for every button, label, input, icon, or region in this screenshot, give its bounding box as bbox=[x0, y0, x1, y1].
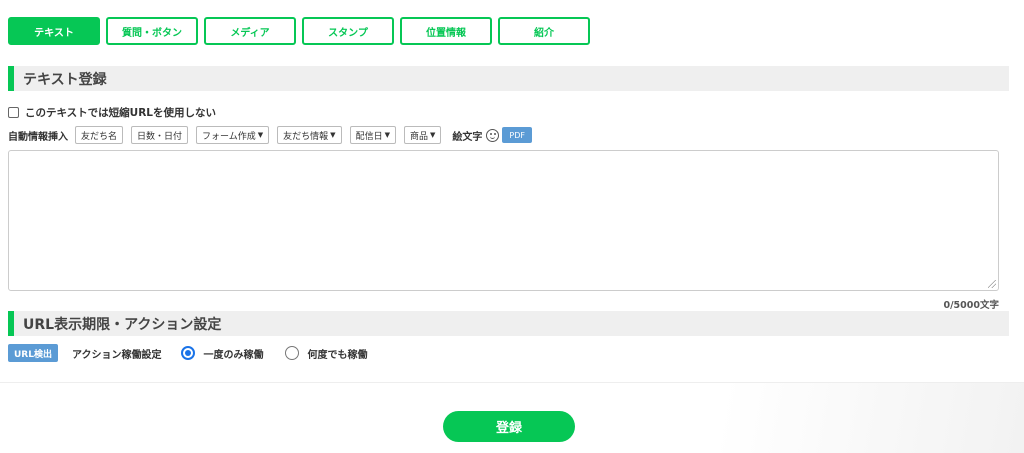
tab-bar: テキスト 質問・ボタン メディア スタンプ 位置情報 紹介 bbox=[8, 17, 590, 45]
short-url-checkbox[interactable] bbox=[8, 107, 19, 118]
url-section-title: URL表示期限・アクション設定 bbox=[23, 316, 222, 333]
char-count: 0/5000文字 bbox=[943, 300, 999, 311]
friend-info-label: 友だち情報 bbox=[283, 131, 329, 142]
tab-text[interactable]: テキスト bbox=[8, 17, 100, 45]
submit-button-label: 登録 bbox=[495, 421, 522, 436]
smiley-icon[interactable] bbox=[486, 128, 500, 142]
radio-once-label[interactable]: 一度のみ稼働 bbox=[203, 346, 263, 361]
radio-repeat-label[interactable]: 何度でも稼働 bbox=[307, 346, 367, 361]
tab-media[interactable]: メディア bbox=[204, 17, 296, 45]
product-label: 商品 bbox=[409, 131, 428, 142]
insert-friend-name-label: 友だち名 bbox=[81, 131, 118, 142]
tab-question-button[interactable]: 質問・ボタン bbox=[106, 17, 198, 45]
tab-stamp[interactable]: スタンプ bbox=[302, 17, 394, 45]
url-section-header: URL表示期限・アクション設定 bbox=[8, 311, 1009, 336]
friend-info-dropdown[interactable]: 友だち情報 ▼ bbox=[277, 126, 342, 144]
delivery-date-label: 配信日 bbox=[355, 131, 383, 142]
short-url-checkbox-label[interactable]: このテキストでは短縮URLを使用しない bbox=[25, 105, 216, 120]
radio-once[interactable] bbox=[181, 346, 196, 360]
caret-down-icon: ▼ bbox=[330, 131, 336, 139]
text-section-title: テキスト登録 bbox=[23, 71, 107, 88]
form-create-dropdown[interactable]: フォーム作成 ▼ bbox=[196, 126, 270, 144]
form-create-label: フォーム作成 bbox=[202, 131, 256, 142]
emoji-label: 絵文字 bbox=[452, 131, 483, 143]
short-url-option: このテキストでは短縮URLを使用しない bbox=[8, 105, 216, 120]
auto-insert-label: 自動情報挿入 bbox=[8, 131, 68, 143]
pdf-button[interactable]: PDF bbox=[502, 127, 532, 143]
action-settings-row: URL検出 アクション稼働設定 一度のみ稼働 何度でも稼働 bbox=[8, 344, 389, 362]
message-textarea[interactable] bbox=[8, 150, 999, 291]
pdf-button-label: PDF bbox=[509, 130, 525, 140]
product-dropdown[interactable]: 商品 ▼ bbox=[403, 126, 442, 144]
auto-insert-toolbar: 自動情報挿入 友だち名 日数・日付 フォーム作成 ▼ 友だち情報 ▼ 配信日 ▼… bbox=[8, 126, 532, 144]
tab-location[interactable]: 位置情報 bbox=[400, 17, 492, 45]
caret-down-icon: ▼ bbox=[384, 131, 390, 139]
insert-days-date-button[interactable]: 日数・日付 bbox=[131, 126, 189, 144]
action-setting-label: アクション稼働設定 bbox=[71, 349, 162, 361]
caret-down-icon: ▼ bbox=[429, 131, 436, 139]
text-section-header: テキスト登録 bbox=[8, 66, 1009, 91]
delivery-date-dropdown[interactable]: 配信日 ▼ bbox=[349, 126, 396, 144]
url-detect-button[interactable]: URL検出 bbox=[8, 344, 58, 362]
resize-grip-icon[interactable] bbox=[988, 280, 996, 288]
insert-days-date-label: 日数・日付 bbox=[137, 131, 183, 142]
insert-friend-name-button[interactable]: 友だち名 bbox=[75, 126, 124, 144]
page: テキスト 質問・ボタン メディア スタンプ 位置情報 紹介 テキスト登録 このテ… bbox=[0, 0, 1024, 453]
submit-button[interactable]: 登録 bbox=[443, 411, 575, 442]
caret-down-icon: ▼ bbox=[257, 131, 264, 139]
url-detect-label: URL検出 bbox=[14, 349, 52, 360]
tab-introduction[interactable]: 紹介 bbox=[498, 17, 590, 45]
radio-repeat[interactable] bbox=[285, 346, 300, 360]
